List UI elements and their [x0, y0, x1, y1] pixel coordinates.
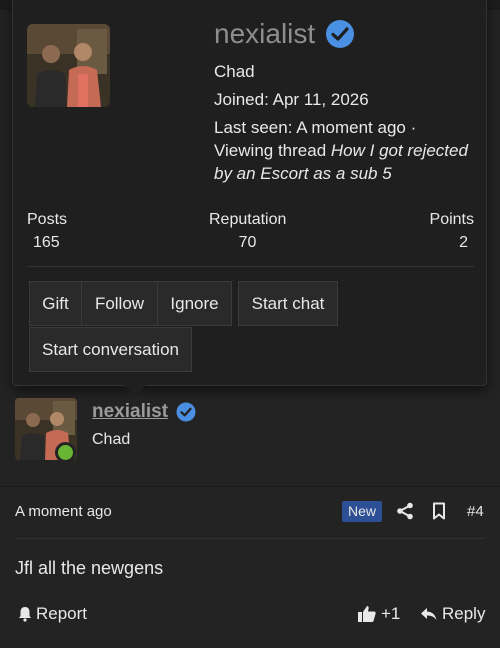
- post-timestamp[interactable]: A moment ago: [15, 503, 112, 520]
- member-user-title: Chad: [214, 62, 255, 81]
- bookmark-icon[interactable]: [432, 502, 446, 520]
- stat-reputation: Reputation 70: [209, 211, 286, 252]
- stat-value: 70: [238, 234, 257, 251]
- reply-button[interactable]: Reply: [420, 604, 485, 624]
- member-stats: Posts 165 Reputation 70 Points 2: [27, 211, 474, 255]
- reply-label: Reply: [442, 604, 486, 623]
- online-status-indicator: [55, 442, 76, 463]
- thumbs-up-icon: [358, 606, 376, 622]
- like-button[interactable]: +1: [357, 604, 400, 624]
- popup-divider: [27, 266, 474, 267]
- member-name[interactable]: nexialist: [214, 18, 355, 50]
- post-avatar[interactable]: [15, 398, 77, 463]
- stat-value: 2: [459, 234, 468, 251]
- post-body: Jfl all the newgens: [15, 558, 164, 578]
- member-tooltip: nexialist Chad Joined: Apr 11, 2026 Last…: [12, 0, 487, 386]
- post-user-title: Chad: [92, 431, 131, 448]
- stat-label: Reputation: [209, 211, 287, 228]
- verified-icon: [326, 20, 355, 48]
- viewing-thread-link-2[interactable]: by an Escort as a sub 5: [214, 164, 392, 183]
- start-chat-button[interactable]: Start chat: [238, 281, 338, 326]
- stat-points[interactable]: Points 2: [430, 211, 474, 252]
- start-conversation-button[interactable]: Start conversation: [29, 327, 192, 372]
- member-viewing-line-2: by an Escort as a sub 5: [214, 164, 392, 184]
- report-label: Report: [36, 604, 88, 623]
- member-viewing-line: Viewing thread How I got rejected: [214, 141, 468, 161]
- follow-button[interactable]: Follow: [81, 281, 158, 326]
- stat-value: 165: [33, 234, 60, 251]
- member-joined: Joined: Apr 11, 2026: [214, 90, 369, 109]
- popup-caret: [124, 385, 146, 396]
- reply-icon: [421, 608, 437, 620]
- gift-button[interactable]: Gift: [29, 281, 82, 326]
- member-name-text[interactable]: nexialist: [214, 18, 315, 50]
- post-number[interactable]: #4: [467, 503, 484, 520]
- viewing-thread-link-1[interactable]: How I got rejected: [331, 141, 468, 160]
- verified-icon: [176, 402, 196, 422]
- stat-label: Points: [429, 211, 474, 228]
- like-count: +1: [381, 604, 401, 623]
- ignore-button[interactable]: Ignore: [157, 281, 232, 326]
- post-username[interactable]: nexialist: [92, 401, 196, 423]
- post-header-divider: [15, 538, 485, 539]
- post-separator: [0, 486, 500, 487]
- report-button[interactable]: Report: [18, 604, 87, 624]
- member-avatar-large[interactable]: [27, 24, 110, 107]
- stat-label: Posts: [27, 211, 68, 228]
- stat-posts[interactable]: Posts 165: [27, 211, 67, 252]
- member-last-seen: Last seen: A moment ago ·: [214, 118, 417, 137]
- share-icon[interactable]: [396, 502, 414, 520]
- flag-icon: [19, 607, 31, 622]
- post-username-text[interactable]: nexialist: [92, 401, 168, 423]
- new-badge: New: [342, 501, 383, 522]
- member-viewing-prefix: Viewing thread: [214, 141, 327, 160]
